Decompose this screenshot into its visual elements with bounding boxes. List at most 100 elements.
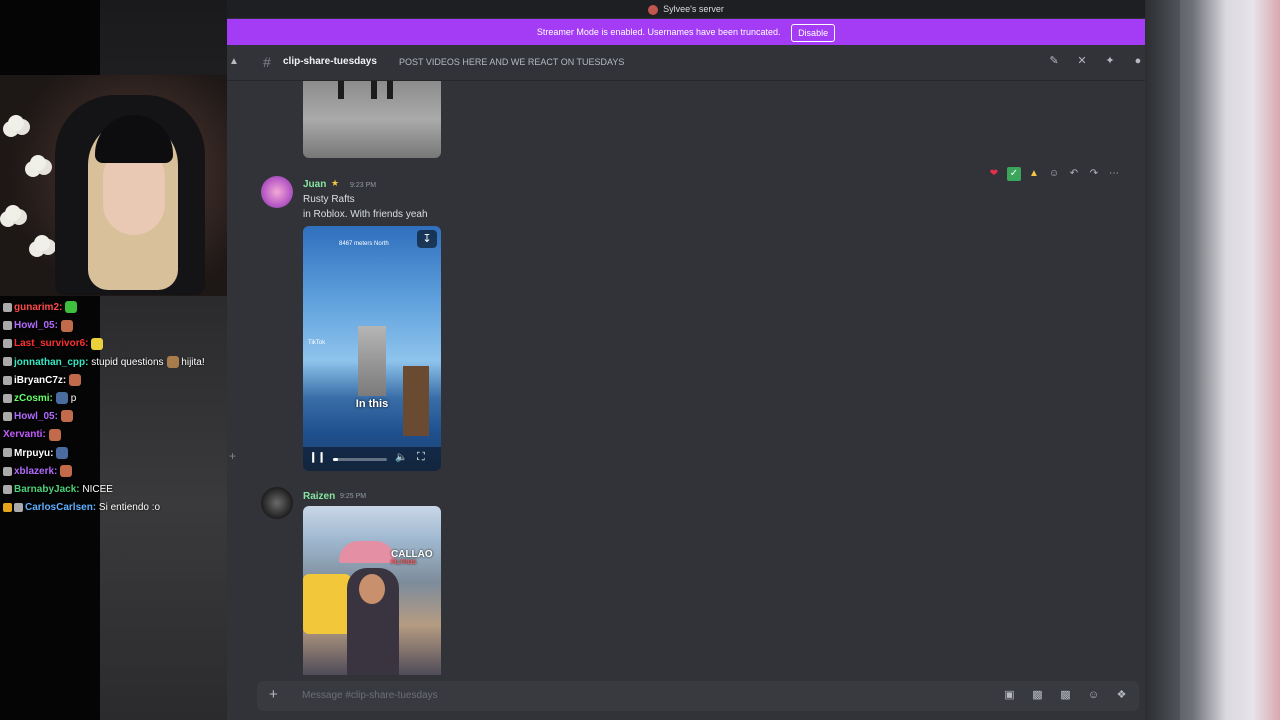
badge-icon — [3, 321, 12, 331]
image-attachment[interactable]: CALLAO FILTROS — [303, 506, 441, 675]
image-person-face — [359, 574, 385, 604]
chat-message: hijita! — [181, 356, 205, 368]
emote-icon — [56, 446, 69, 459]
chat-line: CarlosCarlsen: Si entiendo :o — [0, 499, 227, 517]
chat-message: NICEE — [82, 483, 113, 495]
chat-user: gunarim2: — [14, 302, 63, 313]
add-reaction-icon[interactable]: ☺ — [1047, 167, 1061, 181]
message-composer: + Message #clip-share-tuesdays ▣ ▩ ▩ ☺ ❖ — [257, 681, 1139, 711]
server-icon — [648, 4, 659, 15]
sticker-icon[interactable]: ▩ — [1058, 688, 1073, 703]
add-icon[interactable]: + — [229, 449, 236, 463]
volume-icon[interactable]: 🔈 — [395, 452, 407, 463]
chat-user: iBryanC7z: — [14, 374, 67, 386]
chat-message: p — [70, 392, 77, 404]
thumbs-up-reaction-icon[interactable]: ▲ — [1027, 167, 1041, 181]
message-timestamp: 9:23 PM — [350, 182, 377, 189]
message-line: in Roblox. With friends yeah — [303, 209, 428, 220]
chat-message: stupid questions — [91, 356, 164, 368]
image-umbrella — [339, 541, 395, 563]
banner-text: Streamer Mode is enabled. Usernames have… — [536, 27, 781, 37]
chat-line: gunarim2: — [0, 299, 227, 317]
header-toolbar: ✎ ✕ ✦ ● — [1047, 54, 1145, 68]
badge-icon — [3, 502, 12, 512]
notification-bell-icon[interactable]: ✕ — [1075, 54, 1089, 68]
composer-tools: ▣ ▩ ▩ ☺ ❖ — [1002, 688, 1129, 703]
emote-icon — [55, 392, 68, 405]
video-caption: In this — [355, 398, 389, 410]
chat-line: Howl_05: — [0, 408, 227, 426]
reply-icon[interactable]: ↶ — [1067, 167, 1081, 181]
emote-icon — [48, 428, 61, 441]
emote-icon — [91, 337, 104, 350]
forward-icon[interactable]: ↷ — [1087, 167, 1101, 181]
chat-message: Si entiendo :o — [98, 502, 161, 514]
badge-icon — [3, 411, 12, 421]
webcam-feed — [0, 75, 227, 296]
avatar[interactable] — [261, 487, 293, 519]
chat-user: CarlosCarlsen: — [25, 502, 97, 514]
streamer-mode-banner: Streamer Mode is enabled. Usernames have… — [227, 19, 1145, 45]
emote-icon — [60, 465, 73, 478]
more-options-icon[interactable]: ⋯ — [1107, 167, 1121, 181]
chat-user: Howl_05: — [14, 411, 58, 423]
gif-icon[interactable]: ▩ — [1030, 688, 1045, 703]
badge-icon — [3, 448, 12, 458]
chat-line: Last_survivor6: — [0, 335, 227, 353]
emote-icon — [166, 355, 179, 368]
chat-user: Last_survivor6: — [14, 338, 89, 350]
avatar[interactable] — [261, 176, 293, 208]
channel-name: clip-share-tuesdays — [283, 56, 377, 67]
fullscreen-icon[interactable]: ⛶ — [417, 451, 425, 464]
attach-plus-icon[interactable]: + — [269, 686, 278, 703]
badge-icon — [3, 466, 12, 476]
tiktok-watermark: TikTok — [308, 340, 326, 346]
message-author[interactable]: Juan — [303, 179, 326, 190]
hash-icon: # — [263, 54, 271, 70]
threads-icon[interactable]: ▲ — [229, 56, 241, 68]
previous-media-attachment[interactable] — [303, 81, 441, 158]
chat-line: BarnabyJack: NICEE — [0, 481, 227, 499]
badge-icon — [3, 393, 12, 403]
chat-user: xblazerk: — [14, 465, 58, 477]
disable-button[interactable]: Disable — [791, 23, 836, 42]
channel-header: ▲ # clip-share-tuesdays POST VIDEOS HERE… — [227, 45, 1145, 81]
stream-chat: gunarim2: Howl_05: Last_survivor6: jonna… — [0, 299, 227, 517]
badge-icon — [3, 375, 12, 385]
video-top-caption: 8467 meters North — [339, 241, 389, 247]
gift-icon[interactable]: ▣ — [1002, 688, 1017, 703]
chat-line: Mrpuyu: — [0, 445, 227, 463]
channel-topic[interactable]: POST VIDEOS HERE AND WE REACT ON TUESDAY… — [399, 57, 624, 67]
pause-icon[interactable]: ❙❙ — [309, 452, 326, 463]
badge-icon — [3, 302, 12, 312]
image-label: CALLAO FILTROS — [391, 550, 433, 568]
chat-user: Mrpuyu: — [14, 447, 54, 459]
chat-user: Xervanti: — [3, 429, 46, 441]
video-progress-bar[interactable] — [333, 458, 387, 461]
chat-user: Howl_05: — [14, 320, 58, 332]
download-icon[interactable]: ↧ — [417, 230, 437, 248]
emoji-icon[interactable]: ☺ — [1086, 688, 1101, 703]
badge-icon — [3, 339, 12, 349]
message-author[interactable]: Raizen — [303, 491, 335, 502]
stream-right-shadow — [1145, 0, 1180, 720]
chat-line: iBryanC7z: — [0, 372, 227, 390]
check-reaction-icon[interactable]: ✓ — [1007, 167, 1021, 181]
message-input[interactable]: Message #clip-share-tuesdays — [302, 690, 438, 701]
threads-icon[interactable]: ✎ — [1047, 54, 1061, 68]
video-player[interactable]: 8467 meters North TikTok In this ↧ ❙❙ 🔈 … — [303, 226, 441, 471]
apps-icon[interactable]: ❖ — [1114, 688, 1129, 703]
chat-user: BarnabyJack: — [14, 483, 80, 495]
video-ship — [358, 326, 386, 396]
member-list-icon[interactable]: ● — [1131, 54, 1145, 68]
heart-reaction-icon[interactable]: ❤ — [987, 167, 1001, 181]
video-progress-fill — [333, 458, 339, 461]
pin-icon[interactable]: ✦ — [1103, 54, 1117, 68]
badge-icon — [3, 357, 12, 367]
server-title: Sylvee's server — [663, 4, 724, 14]
emote-icon — [69, 374, 82, 387]
chat-line: xblazerk: — [0, 463, 227, 481]
video-controls: ❙❙ 🔈 ⛶ — [303, 447, 441, 471]
chat-line: jonnathan_cpp: stupid questions hijita! — [0, 354, 227, 372]
image-sublabel-text: FILTROS — [391, 560, 417, 566]
